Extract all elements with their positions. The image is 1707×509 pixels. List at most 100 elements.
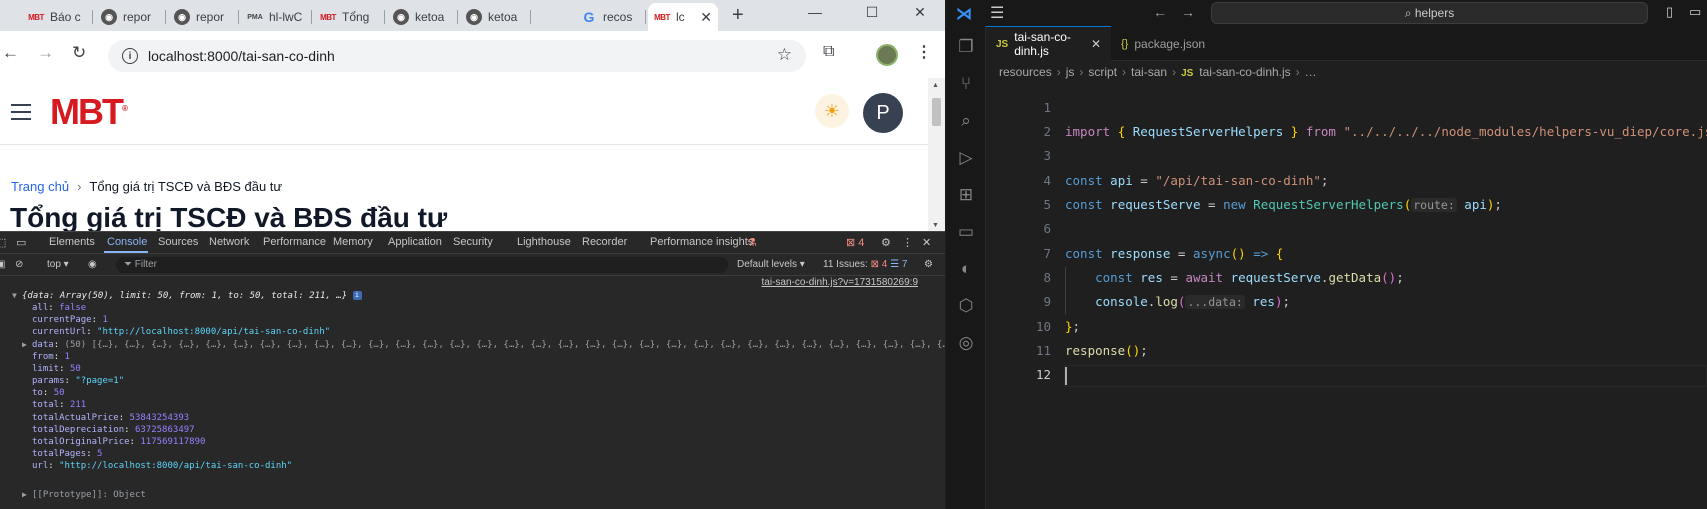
console-property: to: 50 [32,388,65,398]
user-avatar[interactable]: P [863,93,903,133]
search-icon[interactable]: ⌕ [955,110,977,132]
console-settings-icon[interactable]: ⚙ [924,259,933,270]
back-icon[interactable]: ← [2,43,19,63]
error-badge[interactable]: ⊠ 4 [846,236,864,249]
url-text: localhost:8000/tai-san-co-dinh [148,48,335,64]
console-property: totalActualPrice: 53843254393 [32,413,190,423]
sidebar-toggle-icon[interactable]: ▣ [0,259,5,270]
editor-breadcrumb[interactable]: resources › js › script › tai-san › JS tai-san-co… [999,61,1317,83]
nav-back-icon[interactable]: ← [1153,4,1167,20]
remote-explorer-icon[interactable]: ▭ [955,221,977,243]
tab-label: Tổng [342,10,370,24]
toggle-sidebar-icon[interactable]: ▯ [1666,4,1673,20]
bookmark-star-icon[interactable]: ☆ [777,45,792,65]
browser-tab[interactable]: ◉ ketoa [387,3,458,31]
browser-tab-active[interactable]: MBT lc ✕ [648,3,718,31]
tab-console[interactable]: Console [107,236,147,248]
page-scrollbar[interactable]: ▲ ▼ [928,78,945,231]
tab-label: repor [196,10,225,24]
close-tab-icon[interactable]: ✕ [700,9,712,26]
new-tab-icon[interactable]: + [732,4,744,27]
minimize-icon[interactable]: — [800,4,830,20]
browser-tab[interactable]: Grecos [575,3,646,31]
context-select[interactable]: top ▾ [47,259,69,270]
site-info-icon[interactable]: i [122,48,138,64]
tab-recorder[interactable]: Recorder [582,236,627,248]
browser-tab[interactable]: ◉ repor [168,3,239,31]
theme-toggle-sun-icon[interactable]: ☀ [815,94,849,128]
code-line: 5 const requestServe = new RequestServerH… [1043,197,1502,212]
chrome-menu-icon[interactable]: ⋮ [916,42,932,62]
page-title: Tổng giá trị TSCĐ và BĐS đầu tư [10,202,448,231]
tab-network[interactable]: Network [209,236,249,248]
console-filter-input[interactable]: ⏷ Filter [116,257,728,273]
testing-icon[interactable]: ⬡ [955,295,977,317]
editor-tab[interactable]: {} package.json [1111,26,1221,61]
breadcrumb-home-link[interactable]: Trang chủ [11,179,69,194]
browser-tab[interactable]: ◉ repor [95,3,166,31]
tab-sources[interactable]: Sources [158,236,198,248]
run-debug-icon[interactable]: ▷ [955,147,977,169]
source-control-icon[interactable]: ⑂ [955,73,977,95]
code-line: 4 const api = "/api/tai-san-co-dinh"; [1043,173,1329,188]
console-property[interactable]: ▶ data: (50) [{…}, {…}, {…}, {…}, {…}, {…… [22,339,945,351]
mbt-logo[interactable]: MBT® [50,91,128,133]
explorer-icon[interactable]: ❐ [955,36,977,58]
browser-tab[interactable]: MBT Báo c [22,3,93,31]
close-devtools-icon[interactable]: ✕ [922,236,931,249]
console-property: totalDepreciation: 63725863497 [32,425,195,435]
editor-tab-active[interactable]: JS tai-san-co-dinh.js ✕ [986,26,1111,61]
console-object-summary[interactable]: ▼ {data: Array(50), limit: 50, from: 1, t… [12,290,362,302]
git-graph-icon[interactable]: ◐ [955,258,977,280]
omnibar: ← → ↻ i localhost:8000/tai-san-co-dinh ☆… [0,31,945,78]
settings-gear-icon[interactable]: ⚙ [881,236,891,249]
close-editor-icon[interactable]: ✕ [1091,37,1101,51]
tab-memory[interactable]: Memory [333,236,373,248]
browser-tab[interactable]: PMA hl-lwC [241,3,312,31]
inspect-icon[interactable]: ⬚ [0,236,6,249]
source-link[interactable]: tai-san-co-dinh.js?v=1731580269:9 [762,277,919,289]
extensions-icon[interactable]: ⊞ [955,184,977,206]
console-property: totalOriginalPrice: 117569117890 [32,437,206,447]
maximize-icon[interactable]: ☐ [857,4,887,21]
log-levels-select[interactable]: Default levels ▾ [737,259,805,270]
issues-button[interactable]: 11 Issues: ⊠ 4 ☰ 7 [823,259,907,270]
command-center-search[interactable]: ⌕ helpers [1211,2,1648,24]
desktop-split: MBT Báo c ◉ repor ◉ repor PMA hl-lwC MBT Tổng… [0,0,1707,509]
gitlens-icon[interactable]: ◎ [955,332,977,354]
console-property: limit: 50 [32,364,81,374]
tab-label: recos [603,10,633,24]
tab-application[interactable]: Application [388,236,442,248]
close-window-icon[interactable]: ✕ [905,4,935,21]
clear-console-icon[interactable]: ⊘ [15,259,23,270]
tab-strip: MBT Báo c ◉ repor ◉ repor PMA hl-lwC MBT Tổng… [0,0,945,31]
reload-icon[interactable]: ↻ [72,43,86,63]
console-property: totalPages: 5 [32,449,103,459]
eye-icon[interactable]: ◉ [88,259,97,270]
mbt-favicon-icon: MBT [28,12,44,22]
filter-icon: ⏷ [124,259,135,270]
console-prototype[interactable]: ▶ [[Prototype]]: Object [22,489,146,501]
extensions-icon[interactable]: ⧉ [823,43,834,61]
tab-performance-insights[interactable]: Performance insights [650,236,753,248]
tab-label: lc [676,10,685,24]
toggle-panel-icon[interactable]: ▭ [1689,4,1701,20]
profile-avatar[interactable] [876,44,898,66]
more-options-icon[interactable]: ⋮ [902,236,913,249]
tab-performance[interactable]: Performance [263,236,326,248]
device-toolbar-icon[interactable]: ▭ [16,236,26,249]
tab-elements[interactable]: Elements [49,236,95,248]
tab-label: repor [123,10,152,24]
forward-icon[interactable]: → [37,43,54,63]
browser-tab[interactable]: ◉ ketoa [460,3,531,31]
nav-forward-icon[interactable]: → [1181,4,1195,20]
address-bar[interactable]: i localhost:8000/tai-san-co-dinh ☆ [108,40,806,72]
tab-lighthouse[interactable]: Lighthouse [517,236,571,248]
tab-security[interactable]: Security [453,236,493,248]
globe-icon: ◉ [466,9,482,25]
browser-tab[interactable]: MBT Tổng [314,3,385,31]
info-chip-icon: i [352,291,362,300]
hamburger-menu-icon[interactable] [11,104,31,125]
menu-icon[interactable]: ☰ [990,3,1004,23]
breadcrumb: Trang chủ › Tổng giá trị TSCĐ và BĐS đầu t… [11,179,282,194]
